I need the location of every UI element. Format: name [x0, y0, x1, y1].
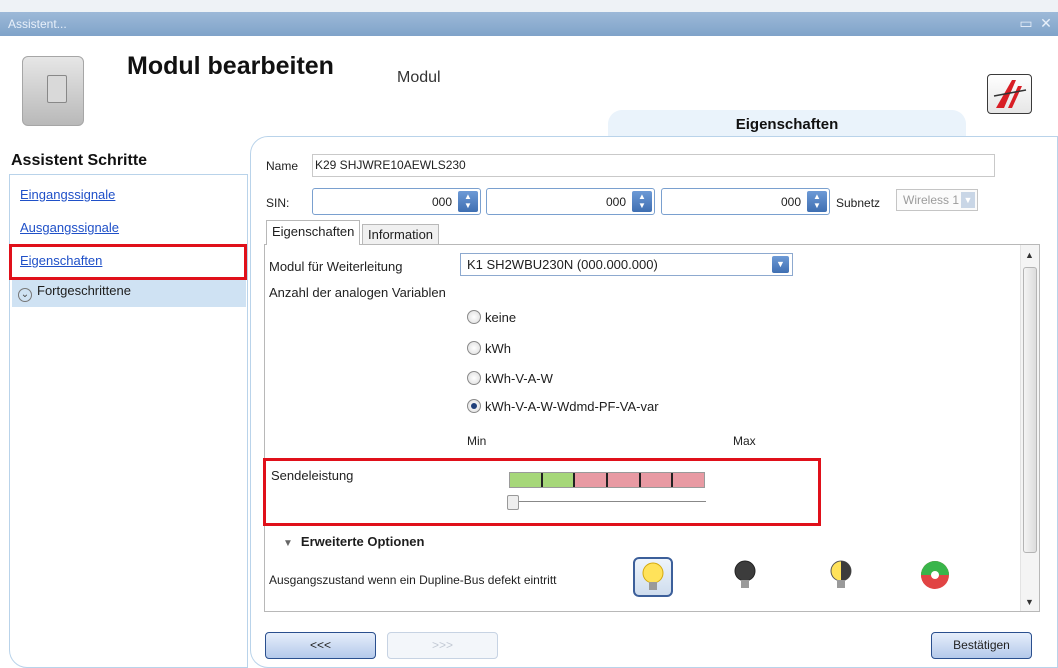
- max-label: Max: [733, 434, 756, 448]
- chevron-down-icon: ▼: [283, 538, 293, 549]
- window-titlebar: Assistent... ▭ ✕: [0, 12, 1058, 36]
- sin-field-1[interactable]: 000 ▲ ▼: [312, 188, 481, 215]
- module-image: [22, 56, 84, 126]
- sin-field-3[interactable]: 000 ▲ ▼: [661, 188, 830, 215]
- radio-kwh-v-a-w[interactable]: kWh-V-A-W: [467, 371, 553, 386]
- highlight-frame: [9, 244, 247, 280]
- subnet-select[interactable]: Wireless 1 ▼: [896, 189, 978, 211]
- confirm-button[interactable]: Bestätigen: [931, 632, 1032, 659]
- back-button[interactable]: <<<: [265, 632, 376, 659]
- sin-value-2: 000: [605, 195, 626, 209]
- vertical-scrollbar[interactable]: ▲ ▼: [1020, 245, 1039, 611]
- radio-label: kWh-V-A-W: [485, 371, 553, 386]
- tab-eigenschaften[interactable]: Eigenschaften: [266, 220, 361, 245]
- advanced-options-header[interactable]: ▼ Erweiterte Optionen: [283, 534, 424, 549]
- forward-module-select[interactable]: K1 SH2WBU230N (000.000.000) ▼: [460, 253, 793, 276]
- radio-selected-icon: [467, 399, 481, 413]
- sin-value-3: 000: [780, 195, 801, 209]
- chevron-down-icon: ⌄: [18, 288, 32, 302]
- step-eingangssignale[interactable]: Eingangssignale: [20, 187, 115, 202]
- bulb-on-icon[interactable]: [633, 557, 673, 597]
- spinner-icon[interactable]: ▲ ▼: [458, 191, 478, 212]
- page-subtitle: Modul: [397, 69, 441, 86]
- scroll-down-icon[interactable]: ▼: [1025, 597, 1034, 607]
- bus-fault-label: Ausgangszustand wenn ein Dupline-Bus def…: [269, 573, 557, 587]
- highlight-frame: [263, 458, 821, 526]
- radio-keine[interactable]: keine: [467, 310, 516, 325]
- radio-icon: [467, 371, 481, 385]
- radio-label: kWh-V-A-W-Wdmd-PF-VA-var: [485, 399, 659, 414]
- radio-icon: [467, 341, 481, 355]
- next-button[interactable]: >>>: [387, 632, 498, 659]
- sin-field-2[interactable]: 000 ▲ ▼: [486, 188, 655, 215]
- scroll-up-icon[interactable]: ▲: [1025, 250, 1034, 260]
- scrollbar-thumb[interactable]: [1023, 267, 1037, 553]
- dropdown-arrow-icon: ▼: [772, 256, 789, 273]
- bulb-unchanged-icon[interactable]: [917, 557, 957, 597]
- bulb-half-icon[interactable]: [823, 557, 863, 597]
- spinner-icon[interactable]: ▲ ▼: [807, 191, 827, 212]
- min-label: Min: [467, 434, 487, 448]
- window-title: Assistent...: [8, 17, 67, 31]
- spinner-icon[interactable]: ▲ ▼: [632, 191, 652, 212]
- radio-icon: [467, 310, 481, 324]
- radio-label: kWh: [485, 341, 511, 356]
- maximize-icon[interactable]: ▭: [1018, 15, 1034, 31]
- wizard-steps-heading: Assistent Schritte: [11, 152, 148, 169]
- advanced-options-label: Erweiterte Optionen: [300, 534, 425, 549]
- name-label: Name: [266, 159, 299, 173]
- sin-label: SIN:: [266, 196, 290, 210]
- forward-module-value: K1 SH2WBU230N (000.000.000): [467, 257, 658, 272]
- subnet-label: Subnetz: [836, 196, 881, 210]
- radio-kwh[interactable]: kWh: [467, 341, 511, 356]
- subnet-value: Wireless 1: [903, 193, 960, 207]
- fortgeschrittene-expander[interactable]: ⌄ Fortgeschrittene: [18, 283, 131, 302]
- bulb-off-icon[interactable]: [727, 557, 767, 597]
- name-input[interactable]: K29 SHJWRE10AEWLS230: [312, 154, 995, 177]
- close-icon[interactable]: ✕: [1038, 15, 1054, 31]
- sin-value-1: 000: [431, 195, 452, 209]
- background-strip: [0, 0, 1058, 12]
- step-ausgangssignale[interactable]: Ausgangssignale: [20, 220, 119, 235]
- forward-module-label: Modul für Weiterleitung: [269, 259, 403, 274]
- expander-label: Fortgeschrittene: [37, 283, 131, 298]
- analog-variables-label: Anzahl der analogen Variablen: [269, 285, 446, 300]
- radio-label: keine: [485, 310, 517, 325]
- app-logo-button[interactable]: [987, 74, 1032, 114]
- tab-information[interactable]: Information: [362, 224, 440, 244]
- page-title: Modul bearbeiten: [127, 52, 334, 80]
- dropdown-arrow-icon: ▼: [961, 192, 975, 208]
- radio-kwh-full[interactable]: kWh-V-A-W-Wdmd-PF-VA-var: [467, 399, 659, 414]
- wizard-steps-panel: Assistent Schritte Eingangssignale Ausga…: [0, 146, 248, 668]
